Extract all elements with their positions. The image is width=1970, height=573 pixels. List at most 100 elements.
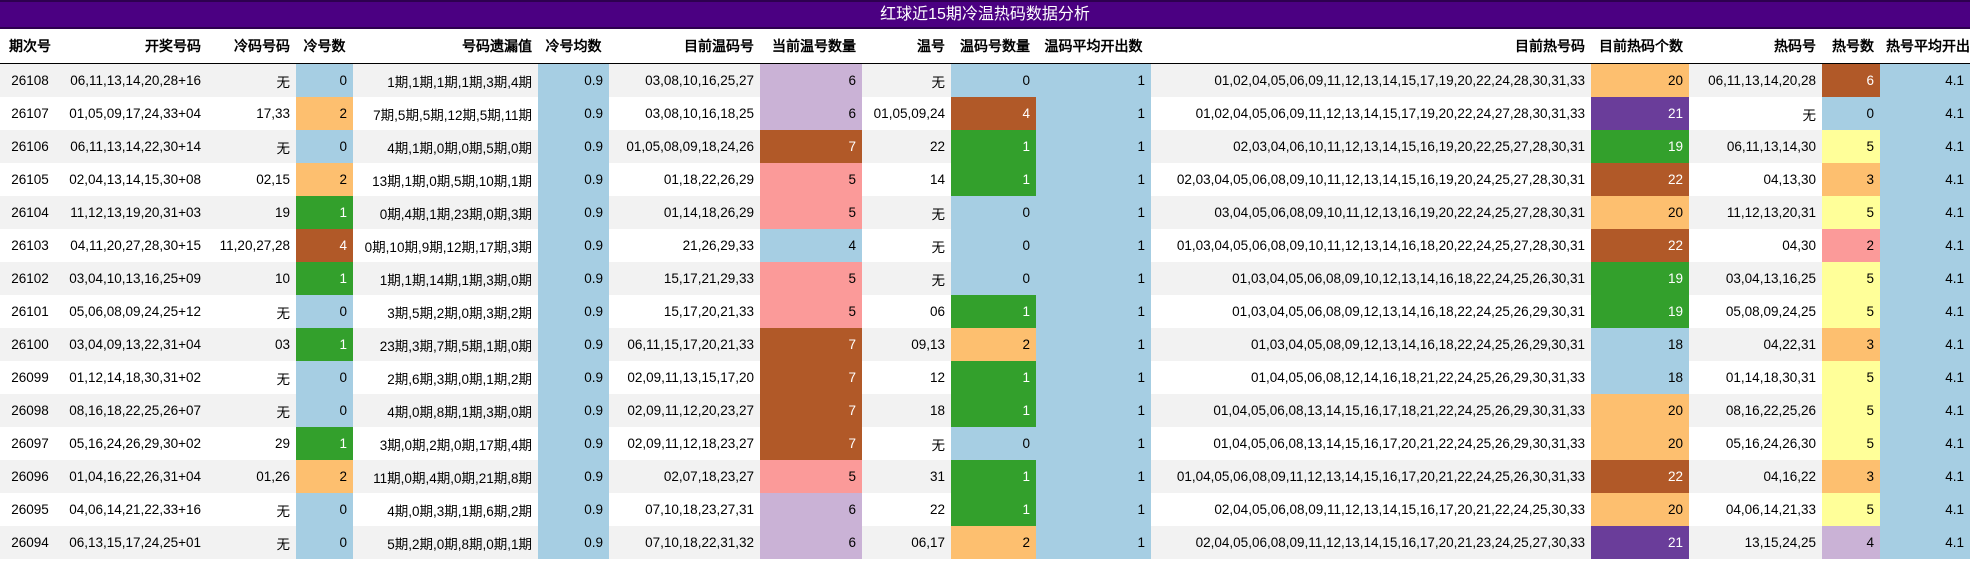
hot-avg-cell: 4.1 xyxy=(1880,262,1970,295)
issue-cell: 26098 xyxy=(0,394,60,427)
hot-hit-count-cell: 3 xyxy=(1822,163,1880,196)
cold-avg-cell: 0.9 xyxy=(538,196,609,229)
hot-count-cell: 21 xyxy=(1591,526,1689,559)
warm-hit-count-cell: 0 xyxy=(951,427,1036,460)
table-row[interactable]: 26104 11,12,13,19,20,31+03 19 1 0期,4期,1期,23期… xyxy=(0,196,1970,229)
draw-numbers-cell: 04,06,14,21,22,33+16 xyxy=(60,493,207,526)
warm-hit-count-cell: 1 xyxy=(951,460,1036,493)
warm-numbers-cell: 15,17,20,21,33 xyxy=(609,295,760,328)
table-row[interactable]: 26105 02,04,13,14,15,30+08 02,15 2 13期,1期,0期… xyxy=(0,163,1970,196)
warm-avg-cell: 1 xyxy=(1036,196,1151,229)
table-row[interactable]: 26100 03,04,09,13,22,31+04 03 1 23期,3期,7期,5期… xyxy=(0,328,1970,361)
header-warm-hit[interactable]: 温号 xyxy=(862,29,951,64)
header-warm-count[interactable]: 当前温号数量 xyxy=(760,29,862,64)
cold-numbers-cell: 无 xyxy=(207,526,296,559)
warm-count-cell: 5 xyxy=(760,196,862,229)
warm-hit-cell: 22 xyxy=(862,130,951,163)
warm-avg-cell: 1 xyxy=(1036,262,1151,295)
draw-numbers-cell: 03,04,10,13,16,25+09 xyxy=(60,262,207,295)
hot-count-cell: 20 xyxy=(1591,63,1689,97)
warm-count-cell: 5 xyxy=(760,460,862,493)
omission-cell: 7期,5期,5期,12期,5期,11期 xyxy=(353,97,538,130)
table-row[interactable]: 26108 06,11,13,14,20,28+16 无 0 1期,1期,1期,1期,3… xyxy=(0,63,1970,97)
header-hot[interactable]: 目前热号码 xyxy=(1151,29,1591,64)
table-row[interactable]: 26096 01,04,16,22,26,31+04 01,26 2 11期,0期,4期… xyxy=(0,460,1970,493)
hot-avg-cell: 4.1 xyxy=(1880,163,1970,196)
hot-hit-count-cell: 5 xyxy=(1822,427,1880,460)
hot-hit-count-cell: 5 xyxy=(1822,295,1880,328)
cold-count-cell: 1 xyxy=(296,427,353,460)
header-hot-avg[interactable]: 热号平均开出数 xyxy=(1880,29,1970,64)
header-omission[interactable]: 号码遗漏值 xyxy=(353,29,538,64)
warm-numbers-cell: 01,05,08,09,18,24,26 xyxy=(609,130,760,163)
hot-avg-cell: 4.1 xyxy=(1880,97,1970,130)
omission-cell: 3期,0期,2期,0期,17期,4期 xyxy=(353,427,538,460)
hot-hit-count-cell: 5 xyxy=(1822,361,1880,394)
table-row[interactable]: 26095 04,06,14,21,22,33+16 无 0 4期,0期,3期,1期,6… xyxy=(0,493,1970,526)
cold-count-cell: 0 xyxy=(296,130,353,163)
table-row[interactable]: 26106 06,11,13,14,22,30+14 无 0 4期,1期,0期,0期,5… xyxy=(0,130,1970,163)
table-row[interactable]: 26107 01,05,09,17,24,33+04 17,33 2 7期,5期,5期,… xyxy=(0,97,1970,130)
header-draw[interactable]: 开奖号码 xyxy=(60,29,207,64)
hot-numbers-cell: 01,04,05,06,08,09,11,12,13,14,15,16,17,2… xyxy=(1151,460,1591,493)
table-row[interactable]: 26099 01,12,14,18,30,31+02 无 0 2期,6期,3期,0期,1… xyxy=(0,361,1970,394)
warm-avg-cell: 1 xyxy=(1036,63,1151,97)
header-cold[interactable]: 冷码号码 xyxy=(207,29,296,64)
cold-avg-cell: 0.9 xyxy=(538,427,609,460)
hot-count-cell: 20 xyxy=(1591,196,1689,229)
draw-numbers-cell: 05,16,24,26,29,30+02 xyxy=(60,427,207,460)
hot-hit-cell: 04,22,31 xyxy=(1689,328,1822,361)
omission-cell: 1期,1期,14期,1期,3期,0期 xyxy=(353,262,538,295)
warm-hit-count-cell: 4 xyxy=(951,97,1036,130)
cold-avg-cell: 0.9 xyxy=(538,526,609,559)
cold-count-cell: 0 xyxy=(296,493,353,526)
draw-numbers-cell: 04,11,20,27,28,30+15 xyxy=(60,229,207,262)
header-hot-hit-count[interactable]: 热号数 xyxy=(1822,29,1880,64)
draw-numbers-cell: 06,13,15,17,24,25+01 xyxy=(60,526,207,559)
header-cold-avg[interactable]: 冷号均数 xyxy=(538,29,609,64)
cold-avg-cell: 0.9 xyxy=(538,63,609,97)
hot-hit-count-cell: 5 xyxy=(1822,493,1880,526)
header-hot-count[interactable]: 目前热码个数 xyxy=(1591,29,1689,64)
table-body: 26108 06,11,13,14,20,28+16 无 0 1期,1期,1期,1期,3… xyxy=(0,63,1970,559)
header-hot-hit[interactable]: 热码号 xyxy=(1689,29,1822,64)
hot-hit-count-cell: 6 xyxy=(1822,63,1880,97)
warm-hit-cell: 06,17 xyxy=(862,526,951,559)
hot-hit-cell: 04,13,30 xyxy=(1689,163,1822,196)
hot-numbers-cell: 01,03,04,05,08,09,12,13,14,16,18,22,24,2… xyxy=(1151,328,1591,361)
header-warm-hit-count[interactable]: 温码号数量 xyxy=(951,29,1036,64)
table-row[interactable]: 26097 05,16,24,26,29,30+02 29 1 3期,0期,2期,0期,… xyxy=(0,427,1970,460)
table-row[interactable]: 26098 08,16,18,22,25,26+07 无 0 4期,0期,8期,1期,3… xyxy=(0,394,1970,427)
warm-numbers-cell: 03,08,10,16,25,27 xyxy=(609,63,760,97)
warm-hit-count-cell: 1 xyxy=(951,361,1036,394)
warm-avg-cell: 1 xyxy=(1036,328,1151,361)
hot-numbers-cell: 01,04,05,06,08,12,14,16,18,21,22,24,25,2… xyxy=(1151,361,1591,394)
hot-count-cell: 19 xyxy=(1591,262,1689,295)
warm-count-cell: 7 xyxy=(760,427,862,460)
hot-count-cell: 20 xyxy=(1591,493,1689,526)
hot-avg-cell: 4.1 xyxy=(1880,361,1970,394)
warm-avg-cell: 1 xyxy=(1036,229,1151,262)
hot-count-cell: 22 xyxy=(1591,460,1689,493)
warm-count-cell: 6 xyxy=(760,97,862,130)
warm-avg-cell: 1 xyxy=(1036,97,1151,130)
cold-numbers-cell: 无 xyxy=(207,493,296,526)
cold-numbers-cell: 19 xyxy=(207,196,296,229)
cold-count-cell: 1 xyxy=(296,262,353,295)
header-warm[interactable]: 目前温码号 xyxy=(609,29,760,64)
warm-hit-count-cell: 1 xyxy=(951,163,1036,196)
warm-avg-cell: 1 xyxy=(1036,130,1151,163)
hot-avg-cell: 4.1 xyxy=(1880,493,1970,526)
warm-numbers-cell: 02,09,11,12,18,23,27 xyxy=(609,427,760,460)
hot-hit-cell: 13,15,24,25 xyxy=(1689,526,1822,559)
warm-hit-count-cell: 0 xyxy=(951,229,1036,262)
header-cold-count[interactable]: 冷号数 xyxy=(296,29,353,64)
warm-hit-cell: 01,05,09,24 xyxy=(862,97,951,130)
table-row[interactable]: 26094 06,13,15,17,24,25+01 无 0 5期,2期,0期,8期,0… xyxy=(0,526,1970,559)
header-warm-avg[interactable]: 温码平均开出数 xyxy=(1036,29,1151,64)
table-row[interactable]: 26103 04,11,20,27,28,30+15 11,20,27,28 4 0期,… xyxy=(0,229,1970,262)
table-row[interactable]: 26102 03,04,10,13,16,25+09 10 1 1期,1期,14期,1期… xyxy=(0,262,1970,295)
table-row[interactable]: 26101 05,06,08,09,24,25+12 无 0 3期,5期,2期,0期,3… xyxy=(0,295,1970,328)
header-issue[interactable]: 期次号 xyxy=(0,29,60,64)
issue-cell: 26096 xyxy=(0,460,60,493)
